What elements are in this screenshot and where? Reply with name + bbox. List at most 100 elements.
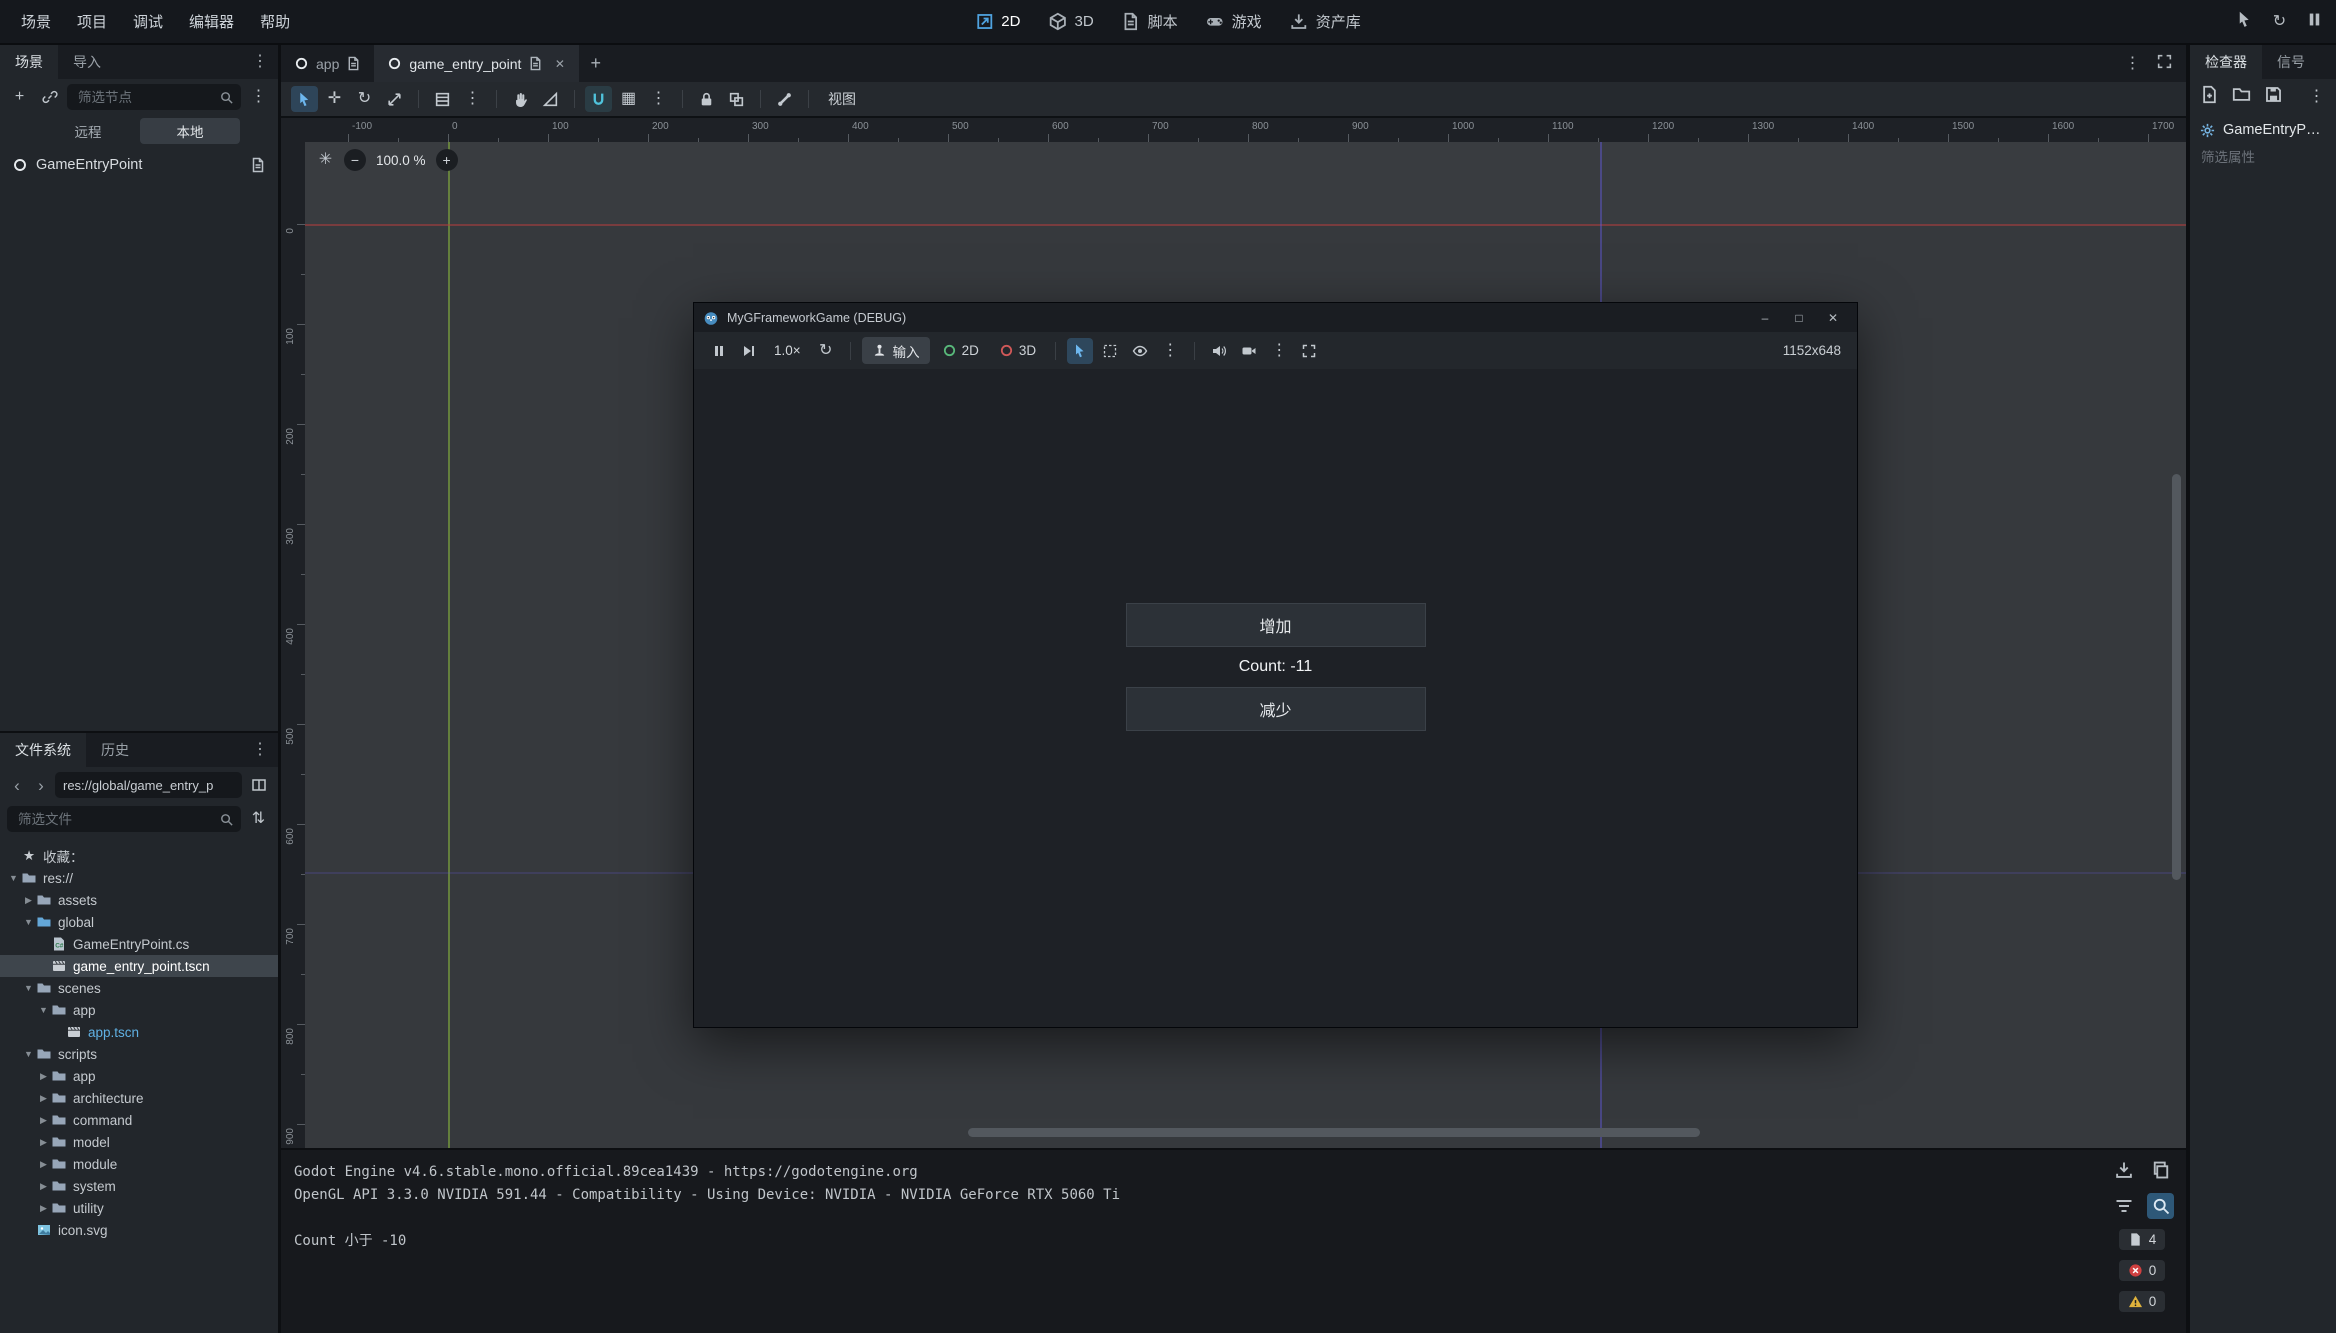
fs-item-utility[interactable]: ▶utility bbox=[0, 1197, 278, 1219]
view-menu-button[interactable]: 视图 bbox=[816, 89, 868, 109]
tree-arrow-icon[interactable]: ▶ bbox=[36, 1203, 51, 1214]
zoom-in-button[interactable]: + bbox=[436, 149, 458, 171]
camera-override-2d[interactable]: 2D bbox=[934, 343, 987, 358]
filesystem-tab-1[interactable]: 历史 bbox=[86, 733, 144, 767]
lock-button[interactable] bbox=[693, 86, 720, 112]
fs-item-assets[interactable]: ▶assets bbox=[0, 889, 278, 911]
zoom-level[interactable]: 100.0 % bbox=[376, 153, 426, 168]
menu-help[interactable]: 帮助 bbox=[247, 0, 303, 43]
restart-game-button[interactable]: ↻ bbox=[2270, 12, 2289, 31]
copy-log-button[interactable] bbox=[2147, 1157, 2174, 1183]
history-forward-button[interactable]: › bbox=[31, 774, 51, 796]
instance-scene-button[interactable] bbox=[37, 85, 62, 110]
save-log-button[interactable] bbox=[2110, 1157, 2137, 1183]
smart-snap-button[interactable] bbox=[585, 86, 612, 112]
save-resource-button[interactable] bbox=[2264, 85, 2283, 109]
fs-item-app[interactable]: ▶app bbox=[0, 1065, 278, 1087]
fs-item-res[interactable]: ▼res:// bbox=[0, 867, 278, 889]
filesystem-tab-0[interactable]: 文件系统 bbox=[0, 733, 86, 767]
close-tab-icon[interactable]: ✕ bbox=[553, 57, 566, 70]
sort-files-button[interactable]: ⇅ bbox=[246, 807, 271, 832]
dots-button[interactable]: ⋮ bbox=[459, 86, 486, 112]
eye-button[interactable] bbox=[1127, 338, 1153, 364]
close-button[interactable]: ✕ bbox=[1818, 307, 1848, 329]
dots-button[interactable]: ⋮ bbox=[1266, 338, 1292, 364]
fs-item-app.tscn[interactable]: app.tscn bbox=[0, 1021, 278, 1043]
scene-dock-more-button[interactable]: ⋮ bbox=[246, 85, 271, 110]
scene-tabs-menu-button[interactable]: ⋮ bbox=[2124, 55, 2141, 73]
tree-arrow-icon[interactable]: ▼ bbox=[36, 1005, 51, 1015]
menu-scene[interactable]: 场景 bbox=[8, 0, 64, 43]
scene-dock-tab-1[interactable]: 导入 bbox=[58, 45, 116, 79]
bone-button[interactable] bbox=[771, 86, 798, 112]
fs-item-scripts[interactable]: ▼scripts bbox=[0, 1043, 278, 1065]
inspector-node-header[interactable]: GameEntryPoint bbox=[2190, 115, 2336, 145]
decrease-button[interactable]: 减少 bbox=[1126, 687, 1426, 731]
fs-item-model[interactable]: ▶model bbox=[0, 1131, 278, 1153]
fs-item-scenes[interactable]: ▼scenes bbox=[0, 977, 278, 999]
scene-tab-game_entry_point[interactable]: game_entry_point✕ bbox=[374, 45, 579, 82]
tree-arrow-icon[interactable]: ▶ bbox=[36, 1181, 51, 1192]
remote-button[interactable]: 远程 bbox=[38, 118, 138, 144]
move-tool-button[interactable]: ✛ bbox=[321, 86, 348, 112]
group-button[interactable] bbox=[723, 86, 750, 112]
errors-count-badge[interactable]: 0 bbox=[2119, 1260, 2166, 1281]
load-resource-button[interactable] bbox=[2232, 85, 2251, 109]
menu-editor[interactable]: 编辑器 bbox=[176, 0, 247, 43]
fs-item-command[interactable]: ▶command bbox=[0, 1109, 278, 1131]
tree-arrow-icon[interactable]: ▶ bbox=[36, 1115, 51, 1126]
scene-tab-app[interactable]: app bbox=[281, 45, 374, 82]
new-resource-button[interactable] bbox=[2200, 85, 2219, 109]
menu-debug[interactable]: 调试 bbox=[120, 0, 176, 43]
inspector-more-button[interactable]: ⋮ bbox=[2307, 88, 2326, 107]
camera-override-3d[interactable]: 3D bbox=[991, 343, 1044, 358]
pause-game-button[interactable] bbox=[2305, 10, 2324, 34]
filesystem-menu-button[interactable]: ⋮ bbox=[242, 733, 278, 767]
ruler-button[interactable] bbox=[537, 86, 564, 112]
fs-item-global[interactable]: ▼global bbox=[0, 911, 278, 933]
game-window-titlebar[interactable]: MyGFrameworkGame (DEBUG) –□✕ bbox=[694, 303, 1857, 332]
tree-arrow-icon[interactable]: ▼ bbox=[21, 983, 36, 993]
tree-arrow-icon[interactable]: ▶ bbox=[36, 1093, 51, 1104]
tree-arrow-icon[interactable]: ▼ bbox=[21, 1049, 36, 1059]
property-filter-input[interactable] bbox=[2199, 149, 2325, 166]
canvas-horizontal-scrollbar[interactable] bbox=[968, 1128, 1700, 1137]
speaker-button[interactable] bbox=[1206, 338, 1232, 364]
scene-dock-menu-button[interactable]: ⋮ bbox=[242, 45, 278, 79]
zoom-out-button[interactable]: − bbox=[344, 149, 366, 171]
playback-speed-label[interactable]: 1.0× bbox=[766, 343, 809, 358]
tree-arrow-icon[interactable]: ▶ bbox=[36, 1159, 51, 1170]
tree-arrow-icon[interactable]: ▶ bbox=[36, 1071, 51, 1082]
tree-arrow-icon[interactable]: ▶ bbox=[21, 895, 36, 906]
grid-snap-button[interactable]: ▦ bbox=[615, 86, 642, 112]
messages-count-badge[interactable]: 4 bbox=[2119, 1229, 2166, 1250]
add-node-button[interactable]: + bbox=[7, 85, 32, 110]
inspector-tab-0[interactable]: 检查器 bbox=[2190, 45, 2262, 79]
open-script-icon[interactable] bbox=[250, 157, 266, 173]
fs-item-GameEntryPoint.cs[interactable]: C#GameEntryPoint.cs bbox=[0, 933, 278, 955]
fs-item-game_entry_point.tscn[interactable]: game_entry_point.tscn bbox=[0, 955, 278, 977]
inspector-tab-1[interactable]: 信号 bbox=[2262, 45, 2320, 79]
workspace-button-2d[interactable]: 2D bbox=[962, 0, 1033, 43]
camera-button[interactable] bbox=[1236, 338, 1262, 364]
local-button[interactable]: 本地 bbox=[140, 118, 240, 144]
split-mode-button[interactable] bbox=[246, 773, 271, 798]
scene-tree-root-node[interactable]: GameEntryPoint bbox=[0, 151, 278, 179]
workspace-button-game[interactable]: 游戏 bbox=[1193, 0, 1275, 43]
fullscreen-button[interactable] bbox=[1296, 338, 1322, 364]
fs-item-icon.svg[interactable]: icon.svg bbox=[0, 1219, 278, 1241]
tree-arrow-icon[interactable]: ▼ bbox=[21, 917, 36, 927]
fs-item-system[interactable]: ▶system bbox=[0, 1175, 278, 1197]
canvas-vertical-scrollbar[interactable] bbox=[2172, 474, 2181, 880]
node-filter-field[interactable] bbox=[67, 84, 241, 110]
cursor-button[interactable] bbox=[1067, 338, 1093, 364]
tree-arrow-icon[interactable]: ▶ bbox=[36, 1137, 51, 1148]
pause-button[interactable] bbox=[706, 338, 732, 364]
new-scene-tab-button[interactable]: + bbox=[579, 45, 612, 82]
next-frame-button[interactable] bbox=[736, 338, 762, 364]
list-select-button[interactable] bbox=[429, 86, 456, 112]
workspace-button-3d[interactable]: 3D bbox=[1035, 0, 1106, 43]
file-filter-field[interactable] bbox=[7, 806, 241, 832]
increase-button[interactable]: 增加 bbox=[1126, 603, 1426, 647]
search-log-button[interactable] bbox=[2147, 1193, 2174, 1219]
